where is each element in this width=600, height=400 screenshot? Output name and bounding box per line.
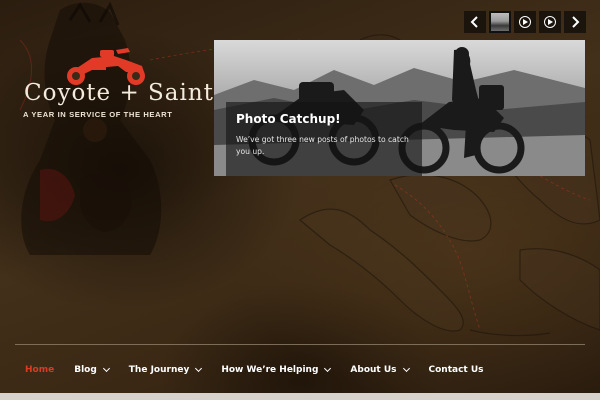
content-area-edge: [0, 393, 600, 400]
nav-item-label: Home: [25, 365, 55, 375]
thumbnail-image: [491, 13, 509, 31]
nav-item-home[interactable]: Home: [25, 365, 54, 375]
chevron-right-icon: [572, 16, 580, 28]
nav-item-contact-us[interactable]: Contact Us: [429, 365, 484, 375]
slide-title[interactable]: Photo Catchup!: [236, 112, 412, 126]
slider-controls: [464, 11, 586, 33]
chevron-left-icon: [470, 16, 478, 28]
nav-item-label: Blog: [74, 365, 97, 375]
logo-tagline: A YEAR IN SERVICE OF THE HEART: [23, 110, 173, 119]
coyote-saint-artwork: [19, 1, 162, 256]
nav-item-the-journey[interactable]: The Journey: [128, 364, 203, 375]
play-slide-button-2[interactable]: [539, 11, 561, 33]
play-circle-icon: [519, 16, 531, 28]
slide-thumbnail[interactable]: [489, 11, 511, 33]
nav-item-label: The Journey: [128, 365, 190, 375]
nav-item-label: Contact Us: [428, 365, 484, 375]
chevron-down-icon: [402, 364, 410, 373]
nav-item-label: About Us: [350, 365, 397, 375]
next-slide-button[interactable]: [564, 11, 586, 33]
slide-description: We’ve got three new posts of photos to c…: [236, 135, 409, 156]
play-circle-icon: [544, 16, 556, 28]
chevron-down-icon: [195, 364, 203, 373]
nav-divider: [15, 344, 585, 345]
chevron-down-icon: [324, 364, 332, 373]
main-navigation: Home Blog The Journey How We’re Helping …: [25, 363, 504, 377]
prev-slide-button[interactable]: [464, 11, 486, 33]
nav-item-label: How We’re Helping: [221, 365, 319, 375]
logo-title: Coyote + Saint: [24, 80, 214, 106]
site-logo[interactable]: Coyote + Saint A YEAR IN SERVICE OF THE …: [18, 44, 213, 124]
chevron-down-icon: [102, 364, 110, 373]
featured-slide[interactable]: Photo Catchup! We’ve got three new posts…: [214, 40, 585, 176]
nav-item-how-were-helping[interactable]: How We’re Helping: [221, 364, 332, 375]
slide-caption: Photo Catchup! We’ve got three new posts…: [226, 102, 422, 176]
nav-item-about-us[interactable]: About Us: [350, 364, 410, 375]
play-slide-button[interactable]: [514, 11, 536, 33]
nav-item-blog[interactable]: Blog: [74, 364, 110, 375]
